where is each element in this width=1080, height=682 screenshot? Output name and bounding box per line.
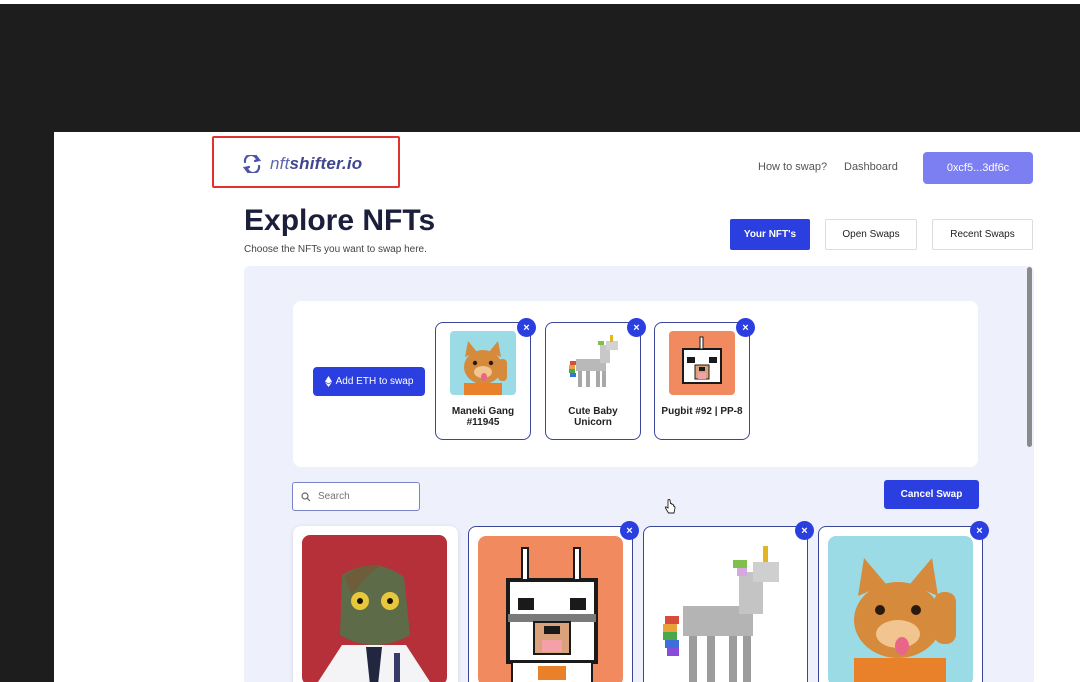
remove-pugbit-grid-button[interactable]: × [620, 521, 639, 540]
add-eth-button[interactable]: Add ETH to swap [313, 367, 425, 396]
swap-card-maneki[interactable]: Maneki Gang #11945 [435, 322, 531, 440]
search-box[interactable] [292, 482, 420, 511]
swap-card-name: Maneki Gang #11945 [451, 406, 515, 428]
remove-maneki-button[interactable]: × [517, 318, 536, 337]
unicorn-thumbnail [560, 331, 626, 395]
scrollbar-thumb[interactable] [1027, 267, 1032, 447]
ethereum-icon [324, 376, 332, 387]
maneki-artwork [828, 536, 973, 682]
hand-cursor-icon [664, 499, 676, 514]
swap-card-name: Cute Baby Unicorn [568, 406, 618, 428]
nav-how-to-swap[interactable]: How to swap? [758, 161, 827, 173]
remove-unicorn-grid-button[interactable]: × [795, 521, 814, 540]
browser-top-bar [0, 0, 1080, 132]
swap-card-pugbit[interactable]: Pugbit #92 | PP-8 [654, 322, 750, 440]
nft-card-pugbit[interactable] [468, 526, 633, 682]
app-page: nftshifter.io How to swap? Dashboard 0xc… [54, 132, 1080, 682]
search-input[interactable] [316, 490, 410, 503]
logo-suffix: shifter.io [289, 154, 363, 173]
tab-recent-swaps[interactable]: Recent Swaps [932, 219, 1033, 250]
page-subtitle: Choose the NFTs you want to swap here. [244, 244, 427, 255]
wallet-button[interactable]: 0xcf5...3df6c [923, 152, 1033, 184]
logo-prefix: nft [270, 154, 290, 173]
remove-unicorn-button[interactable]: × [627, 318, 646, 337]
pugbit-artwork [478, 536, 623, 682]
cancel-swap-button[interactable]: Cancel Swap [884, 480, 979, 509]
swap-arrows-icon [242, 155, 262, 173]
logo-text: nftshifter.io [270, 154, 362, 174]
nav-dashboard[interactable]: Dashboard [844, 161, 898, 173]
remove-maneki-grid-button[interactable]: × [970, 521, 989, 540]
maneki-thumbnail [450, 331, 516, 395]
add-eth-label: Add ETH to swap [335, 376, 414, 387]
lizard-artwork [302, 535, 447, 682]
tab-your-nfts[interactable]: Your NFT's [730, 219, 810, 250]
nft-card-lizard[interactable] [293, 526, 458, 682]
left-margin [0, 132, 54, 682]
page-title: Explore NFTs [244, 204, 436, 237]
search-icon [301, 491, 311, 501]
unicorn-artwork [653, 536, 798, 682]
nft-card-unicorn[interactable] [643, 526, 808, 682]
logo[interactable]: nftshifter.io [242, 154, 362, 174]
tab-open-swaps[interactable]: Open Swaps [825, 219, 917, 250]
remove-pugbit-button[interactable]: × [736, 318, 755, 337]
swap-card-name: Pugbit #92 | PP-8 [661, 406, 743, 417]
nft-card-maneki[interactable] [818, 526, 983, 682]
swap-card-unicorn[interactable]: Cute Baby Unicorn [545, 322, 641, 440]
pugbit-thumbnail [669, 331, 735, 395]
top-strip [0, 0, 1080, 4]
